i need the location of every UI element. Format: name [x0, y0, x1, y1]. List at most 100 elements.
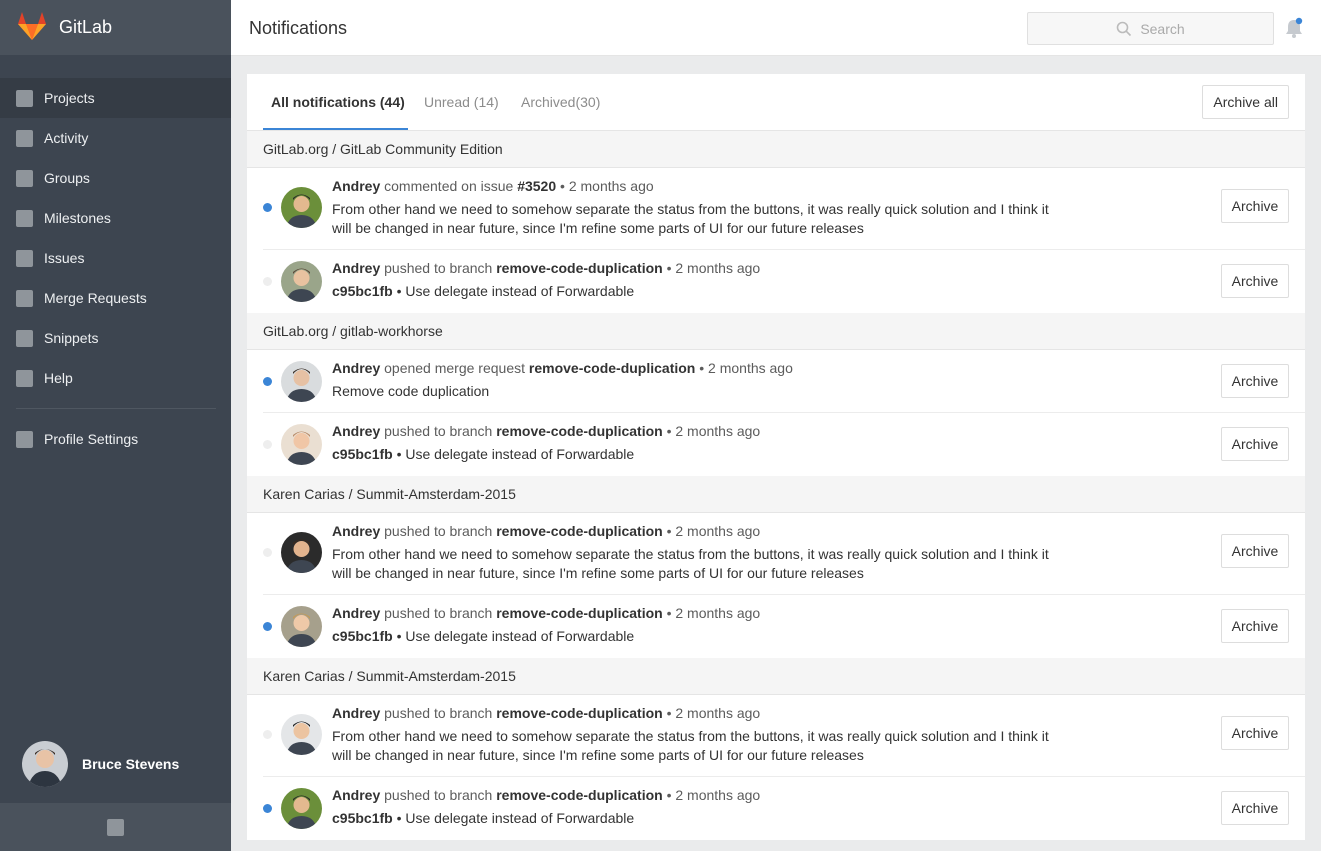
sidebar-header: GitLab [0, 0, 231, 55]
bell-icon[interactable] [1284, 17, 1304, 39]
page-title: Notifications [249, 18, 348, 38]
notification-content: Andrey pushed to branch remove-code-dupl… [332, 522, 1062, 583]
archive-button[interactable]: Archive [1221, 364, 1289, 398]
sidebar-item-activity[interactable]: Activity [0, 118, 231, 158]
notification-body: Remove code duplication [332, 382, 1062, 401]
sidebar-item-snippets[interactable]: Snippets [0, 318, 231, 358]
notification-body: From other hand we need to somehow separ… [332, 545, 1062, 583]
notification-row[interactable]: Andrey pushed to branch remove-code-dupl… [247, 777, 1305, 840]
notification-message: From other hand we need to somehow separ… [332, 546, 1049, 581]
notification-row[interactable]: Andrey opened merge request remove-code-… [263, 350, 1305, 413]
notification-body: c95bc1fb • Use delegate instead of Forwa… [332, 445, 1062, 464]
read-dot-icon [263, 277, 272, 286]
avatar[interactable] [22, 741, 68, 787]
issues-icon [16, 249, 33, 267]
archive-button[interactable]: Archive [1221, 716, 1289, 750]
archive-button[interactable]: Archive [1221, 534, 1289, 568]
brand-name[interactable]: GitLab [59, 17, 112, 38]
notification-action: pushed to branch [380, 605, 497, 621]
author-link[interactable]: Andrey [332, 605, 380, 621]
sidebar-item-profile-settings[interactable]: Profile Settings [0, 419, 231, 459]
commit-ref-link[interactable]: c95bc1fb [332, 628, 393, 644]
notification-row[interactable]: Andrey pushed to branch remove-code-dupl… [247, 250, 1305, 313]
sidebar-item-groups[interactable]: Groups [0, 158, 231, 198]
merge-requests-icon [16, 289, 33, 307]
author-link[interactable]: Andrey [332, 260, 380, 276]
author-link[interactable]: Andrey [332, 178, 380, 194]
notification-time: • 2 months ago [662, 605, 761, 621]
commit-ref-link[interactable]: c95bc1fb [332, 283, 393, 299]
avatar[interactable] [281, 788, 322, 829]
target-link[interactable]: remove-code-duplication [496, 260, 662, 276]
archive-all-button[interactable]: Archive all [1202, 85, 1289, 119]
commit-ref-link[interactable]: c95bc1fb [332, 810, 393, 826]
notification-message: • Use delegate instead of Forwardable [392, 283, 635, 299]
notification-summary: Andrey pushed to branch remove-code-dupl… [332, 522, 1062, 541]
sidebar-item-issues[interactable]: Issues [0, 238, 231, 278]
archive-button[interactable]: Archive [1221, 264, 1289, 298]
read-dot-icon [263, 548, 272, 557]
search-input[interactable]: Search [1027, 12, 1274, 45]
read-dot-icon [263, 440, 272, 449]
tab-unread[interactable]: Unread (14) [424, 94, 499, 110]
notification-body: From other hand we need to somehow separ… [332, 727, 1062, 765]
avatar[interactable] [281, 424, 322, 465]
top-header: Notifications Search [231, 0, 1321, 56]
author-link[interactable]: Andrey [332, 523, 380, 539]
unread-dot-icon [263, 622, 272, 631]
notification-summary: Andrey pushed to branch remove-code-dupl… [332, 422, 1062, 441]
sidebar-item-label: Milestones [44, 210, 111, 226]
collapse-icon [107, 818, 124, 836]
archive-button[interactable]: Archive [1221, 189, 1289, 223]
target-link[interactable]: remove-code-duplication [496, 705, 662, 721]
sidebar: GitLab Projects Activity Groups Mileston… [0, 0, 231, 851]
project-group-header[interactable]: GitLab.org / GitLab Community Edition [247, 131, 1305, 168]
sidebar-item-label: Merge Requests [44, 290, 147, 306]
gitlab-logo-icon[interactable] [16, 11, 48, 44]
author-link[interactable]: Andrey [332, 787, 380, 803]
author-link[interactable]: Andrey [332, 423, 380, 439]
target-link[interactable]: remove-code-duplication [496, 787, 662, 803]
author-link[interactable]: Andrey [332, 705, 380, 721]
notification-message: • Use delegate instead of Forwardable [392, 810, 635, 826]
notification-time: • 2 months ago [662, 523, 761, 539]
read-dot-icon [263, 730, 272, 739]
tab-all-notifications[interactable]: All notifications (44) [271, 94, 405, 110]
avatar[interactable] [281, 532, 322, 573]
avatar[interactable] [281, 261, 322, 302]
tab-archived[interactable]: Archived(30) [521, 94, 600, 110]
sidebar-item-projects[interactable]: Projects [0, 78, 231, 118]
avatar[interactable] [281, 714, 322, 755]
avatar[interactable] [281, 606, 322, 647]
author-link[interactable]: Andrey [332, 360, 380, 376]
notification-row[interactable]: Andrey commented on issue #3520 • 2 mont… [263, 168, 1305, 250]
sidebar-collapse[interactable] [0, 803, 231, 851]
sidebar-item-merge-requests[interactable]: Merge Requests [0, 278, 231, 318]
target-link[interactable]: #3520 [517, 178, 556, 194]
active-tab-indicator [263, 128, 408, 130]
sidebar-item-help[interactable]: Help [0, 358, 231, 398]
target-link[interactable]: remove-code-duplication [496, 605, 662, 621]
notification-row[interactable]: Andrey pushed to branch remove-code-dupl… [247, 595, 1305, 658]
notification-action: pushed to branch [380, 423, 497, 439]
avatar[interactable] [281, 187, 322, 228]
commit-ref-link[interactable]: c95bc1fb [332, 446, 393, 462]
milestones-icon [16, 209, 33, 227]
target-link[interactable]: remove-code-duplication [496, 523, 662, 539]
archive-button[interactable]: Archive [1221, 427, 1289, 461]
sidebar-item-milestones[interactable]: Milestones [0, 198, 231, 238]
project-group-header[interactable]: Karen Carias / Summit-Amsterdam-2015 [247, 658, 1305, 695]
notification-row[interactable]: Andrey pushed to branch remove-code-dupl… [263, 513, 1305, 595]
unread-dot-icon [263, 203, 272, 212]
target-link[interactable]: remove-code-duplication [496, 423, 662, 439]
archive-button[interactable]: Archive [1221, 609, 1289, 643]
sidebar-user[interactable]: Bruce Stevens [22, 741, 179, 787]
notification-body: c95bc1fb • Use delegate instead of Forwa… [332, 282, 1062, 301]
archive-button[interactable]: Archive [1221, 791, 1289, 825]
notification-row[interactable]: Andrey pushed to branch remove-code-dupl… [247, 413, 1305, 476]
notification-row[interactable]: Andrey pushed to branch remove-code-dupl… [263, 695, 1305, 777]
project-group-header[interactable]: Karen Carias / Summit-Amsterdam-2015 [247, 476, 1305, 513]
project-group-header[interactable]: GitLab.org / gitlab-workhorse [247, 313, 1305, 350]
target-link[interactable]: remove-code-duplication [529, 360, 695, 376]
avatar[interactable] [281, 361, 322, 402]
